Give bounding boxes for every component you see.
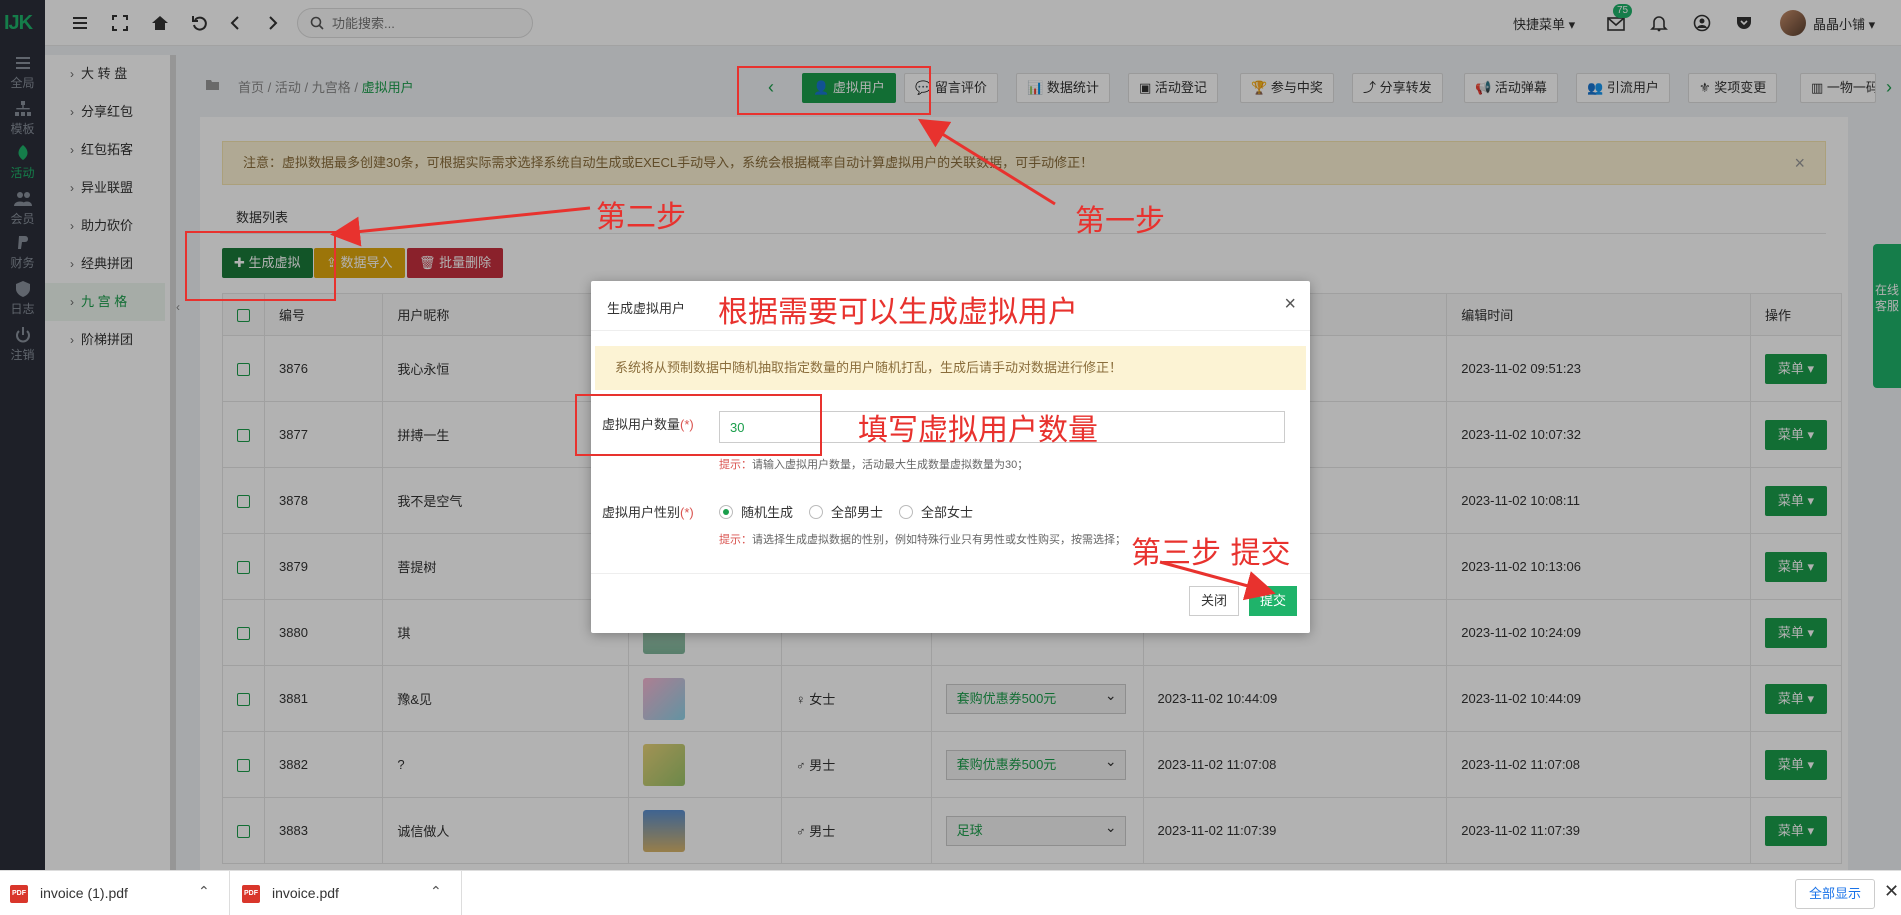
annotation-step1: 第一步 bbox=[1075, 204, 1165, 239]
download-item[interactable]: PDF invoice.pdf ⌃ bbox=[232, 871, 462, 915]
pdf-file-icon: PDF bbox=[10, 885, 28, 903]
gender-hint: 提示：请选择生成虚拟数据的性别，例如特殊行业只有男性或女性购买，按需选择； bbox=[719, 534, 1126, 546]
generate-virtual-user-modal: 生成虚拟用户 × 系统将从预制数据中随机抽取指定数量的用户随机打乱，生成后请手动… bbox=[591, 281, 1310, 633]
radio-empty-icon bbox=[809, 505, 823, 519]
annotation-box-step2 bbox=[185, 231, 336, 301]
modal-footer-divider bbox=[591, 573, 1310, 574]
radio-all-female[interactable]: 全部女士 bbox=[899, 502, 973, 521]
modal-notice: 系统将从预制数据中随机抽取指定数量的用户随机打乱，生成后请手动对数据进行修正！ bbox=[595, 346, 1306, 390]
radio-empty-icon bbox=[899, 505, 913, 519]
gender-label: 虚拟用户性别(*) bbox=[602, 505, 694, 520]
chevron-up-icon[interactable]: ⌃ bbox=[198, 883, 210, 900]
annotation-step3: 第三步 提交 bbox=[1131, 536, 1291, 571]
close-icon[interactable]: ✕ bbox=[1884, 881, 1899, 902]
radio-selected-icon bbox=[719, 505, 733, 519]
download-bar: PDF invoice (1).pdf ⌃ PDF invoice.pdf ⌃ … bbox=[0, 870, 1901, 915]
modal-title: 生成虚拟用户 bbox=[607, 301, 686, 316]
annotation-box-quantity bbox=[575, 394, 822, 456]
radio-all-male[interactable]: 全部男士 bbox=[809, 502, 883, 521]
download-item[interactable]: PDF invoice (1).pdf ⌃ bbox=[0, 871, 230, 915]
show-all-downloads-button[interactable]: 全部显示 bbox=[1795, 879, 1875, 909]
annotation-step2: 第二步 bbox=[596, 200, 686, 235]
download-filename: invoice.pdf bbox=[272, 885, 339, 901]
qty-hint: 提示：请输入虚拟用户数量，活动最大生成数量虚拟数量为30； bbox=[719, 459, 1029, 471]
annotation-modal-caption: 根据需要可以生成虚拟用户 bbox=[718, 295, 1078, 330]
annotation-box-step1 bbox=[737, 66, 931, 115]
chevron-up-icon[interactable]: ⌃ bbox=[430, 883, 442, 900]
pdf-file-icon: PDF bbox=[242, 885, 260, 903]
annotation-quantity-caption: 填写虚拟用户数量 bbox=[858, 413, 1098, 448]
modal-submit-button[interactable]: 提交 bbox=[1249, 586, 1297, 616]
modal-close-button[interactable]: 关闭 bbox=[1189, 586, 1239, 616]
radio-random[interactable]: 随机生成 bbox=[719, 502, 793, 521]
close-icon[interactable]: × bbox=[1284, 293, 1296, 316]
download-filename: invoice (1).pdf bbox=[40, 885, 128, 901]
